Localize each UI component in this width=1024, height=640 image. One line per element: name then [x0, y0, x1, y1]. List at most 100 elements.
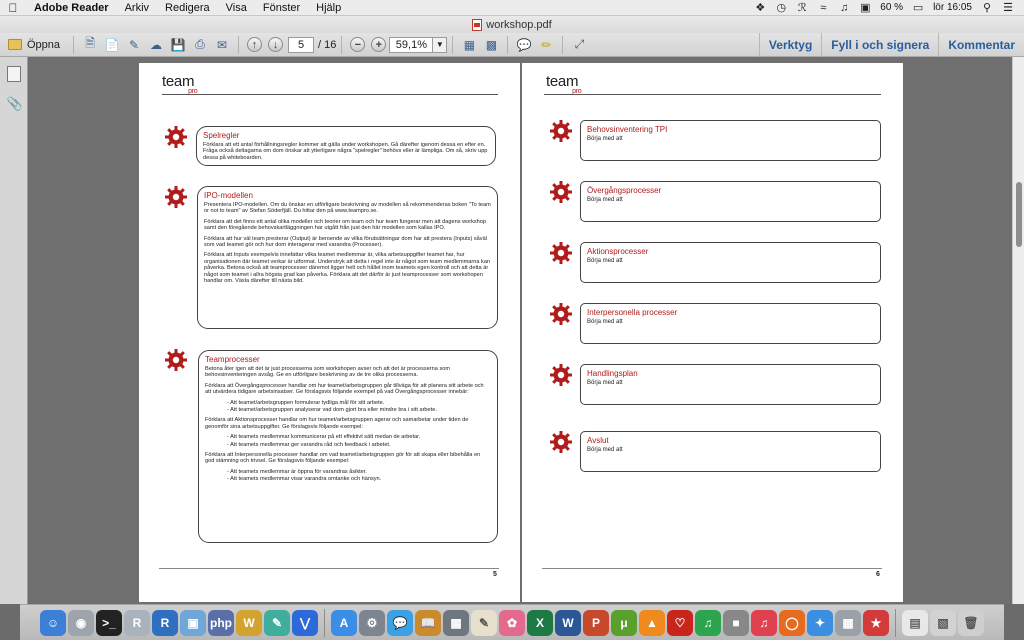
- messages-icon[interactable]: 💬: [387, 609, 413, 636]
- photos-icon[interactable]: ✿: [499, 609, 525, 636]
- menu-visa[interactable]: Visa: [218, 2, 255, 14]
- section-overgangsprocesser: Övergångsprocesser Börja med att: [580, 181, 881, 222]
- safari-icon[interactable]: ✦: [807, 609, 833, 636]
- app-icon[interactable]: ■: [723, 609, 749, 636]
- menu-bar:  Adobe Reader Arkiv Redigera Visa Fönst…: [0, 0, 1024, 16]
- page-thumbnails-icon[interactable]: [6, 66, 21, 82]
- section-text: Förklara att det finns ett antal olika m…: [204, 218, 487, 232]
- utorrent-icon[interactable]: μ: [611, 609, 637, 636]
- create-pdf-icon[interactable]: 🗎: [81, 36, 99, 54]
- virtualbox-icon[interactable]: ▣: [180, 609, 206, 636]
- menu-app[interactable]: Adobe Reader: [26, 2, 117, 14]
- scrollbar-thumb[interactable]: [1016, 182, 1022, 247]
- rstudio-icon[interactable]: R: [152, 609, 178, 636]
- zoom-dropdown-icon[interactable]: ▼: [433, 36, 448, 53]
- section-text: Presentera IPO-modellen. Om du önskar en…: [204, 202, 491, 215]
- window-title: workshop.pdf: [486, 18, 552, 31]
- toolbar-divider: [341, 35, 343, 54]
- pdf-page-6: teampro Behovsinventering TPI Börja med …: [522, 63, 903, 602]
- clock[interactable]: lör 16:05: [933, 2, 972, 13]
- utility-icon[interactable]: W: [236, 609, 262, 636]
- trash-icon[interactable]: 🗑: [958, 609, 984, 636]
- previous-page-button[interactable]: ↑: [247, 37, 263, 52]
- section-title: Aktionsprocesser: [587, 247, 649, 256]
- battery-percent[interactable]: 60 %: [880, 2, 903, 13]
- section-behovsinventering: Behovsinventering TPI Börja med att: [580, 120, 881, 161]
- menu-hjalp[interactable]: Hjälp: [308, 2, 349, 14]
- print-icon[interactable]: ⎙: [191, 36, 209, 54]
- fit-width-icon[interactable]: ▩: [482, 36, 500, 54]
- comment-link[interactable]: Kommentar: [938, 32, 1024, 57]
- section-text: Förklara att ett antal förhållningsregle…: [203, 142, 488, 161]
- finder-icon[interactable]: ☺: [40, 609, 66, 636]
- section-title: Teamprocesser: [205, 355, 260, 364]
- preview-icon[interactable]: ▩: [443, 609, 469, 636]
- section-title: Behovsinventering TPI: [587, 125, 668, 134]
- full-screen-icon[interactable]: ⤢: [570, 36, 588, 54]
- document-icon[interactable]: ▤: [902, 609, 928, 636]
- next-page-button[interactable]: ↓: [268, 37, 284, 52]
- notification-center-icon[interactable]: ☰: [1002, 1, 1014, 14]
- toolbar-divider: [452, 35, 454, 54]
- menu-redigera[interactable]: Redigera: [157, 2, 218, 14]
- ibooks-icon[interactable]: 📖: [415, 609, 441, 636]
- volume-icon[interactable]: ♫: [838, 2, 850, 14]
- wifi-icon[interactable]: ≈: [817, 2, 829, 14]
- php-icon[interactable]: php: [208, 609, 234, 636]
- menu-fonster[interactable]: Fönster: [255, 2, 308, 14]
- firefox-icon[interactable]: ◯: [779, 609, 805, 636]
- upload-cloud-icon[interactable]: ☁: [147, 36, 165, 54]
- spotify-icon[interactable]: ♫: [695, 609, 721, 636]
- open-button[interactable]: Öppna: [0, 39, 68, 51]
- app-store-icon[interactable]: A: [331, 609, 357, 636]
- section-ipo-modellen: IPO-modellen Presentera IPO-modellen. Om…: [197, 186, 498, 329]
- section-text: Börja med att: [587, 319, 623, 325]
- battery-icon: ▭: [912, 2, 924, 14]
- downloads-icon[interactable]: ▧: [930, 609, 956, 636]
- input-source-icon[interactable]: ▣: [859, 1, 871, 14]
- terminal-icon[interactable]: >_: [96, 609, 122, 636]
- bullet-item: - Att teamet/arbetsgruppen analyserar va…: [227, 407, 437, 414]
- menu-arkiv[interactable]: Arkiv: [117, 2, 157, 14]
- sourcetree-icon[interactable]: ⋁: [292, 609, 318, 636]
- adobe-reader-icon[interactable]: ♡: [667, 609, 693, 636]
- editor-icon[interactable]: ✎: [264, 609, 290, 636]
- attachments-icon[interactable]: 📎: [7, 96, 23, 112]
- save-icon[interactable]: 💾: [169, 36, 187, 54]
- section-text: Förklara att hur väl team presterar (Out…: [204, 235, 487, 249]
- time-machine-icon[interactable]: ◷: [775, 1, 787, 14]
- grid-app-icon[interactable]: ▦: [835, 609, 861, 636]
- dropbox-icon[interactable]: ❖: [754, 1, 766, 14]
- zoom-in-button[interactable]: +: [371, 37, 387, 52]
- teampro-logo: teampro: [162, 73, 203, 95]
- itunes-icon[interactable]: ♫: [751, 609, 777, 636]
- export-pdf-icon[interactable]: 📄: [103, 36, 121, 54]
- email-icon[interactable]: ✉: [213, 36, 231, 54]
- fit-page-icon[interactable]: ▦: [460, 36, 478, 54]
- system-preferences-icon[interactable]: ⚙: [359, 609, 385, 636]
- footer-rule: [159, 568, 499, 569]
- zoom-input[interactable]: 59,1%: [389, 36, 434, 53]
- open-label: Öppna: [27, 38, 61, 51]
- tools-link[interactable]: Verktyg: [758, 32, 821, 57]
- section-title: Handlingsplan: [587, 369, 638, 378]
- comment-icon[interactable]: 💬: [515, 36, 533, 54]
- vlc-icon[interactable]: ▲: [639, 609, 665, 636]
- vertical-scrollbar[interactable]: [1012, 57, 1024, 604]
- excel-icon[interactable]: X: [527, 609, 553, 636]
- dock: ☺ ◉ >_ R R ▣ php W ✎ ⋁ A ⚙ 💬 📖 ▩ ✎ ✿ X W…: [20, 604, 1004, 640]
- page-number-input[interactable]: 5: [288, 36, 315, 53]
- spotlight-icon[interactable]: ⚲: [981, 1, 993, 14]
- zoom-out-button[interactable]: −: [350, 37, 366, 52]
- notes-icon[interactable]: ✎: [471, 609, 497, 636]
- apple-icon[interactable]: : [0, 1, 26, 15]
- pdf-app-icon[interactable]: ★: [863, 609, 889, 636]
- highlight-icon[interactable]: ✏: [537, 36, 555, 54]
- bluetooth-icon[interactable]: ℛ: [796, 1, 808, 14]
- edit-pdf-icon[interactable]: ✎: [125, 36, 143, 54]
- launchpad-icon[interactable]: ◉: [68, 609, 94, 636]
- word-icon[interactable]: W: [555, 609, 581, 636]
- r-icon[interactable]: R: [124, 609, 150, 636]
- fill-sign-link[interactable]: Fyll i och signera: [821, 32, 938, 57]
- powerpoint-icon[interactable]: P: [583, 609, 609, 636]
